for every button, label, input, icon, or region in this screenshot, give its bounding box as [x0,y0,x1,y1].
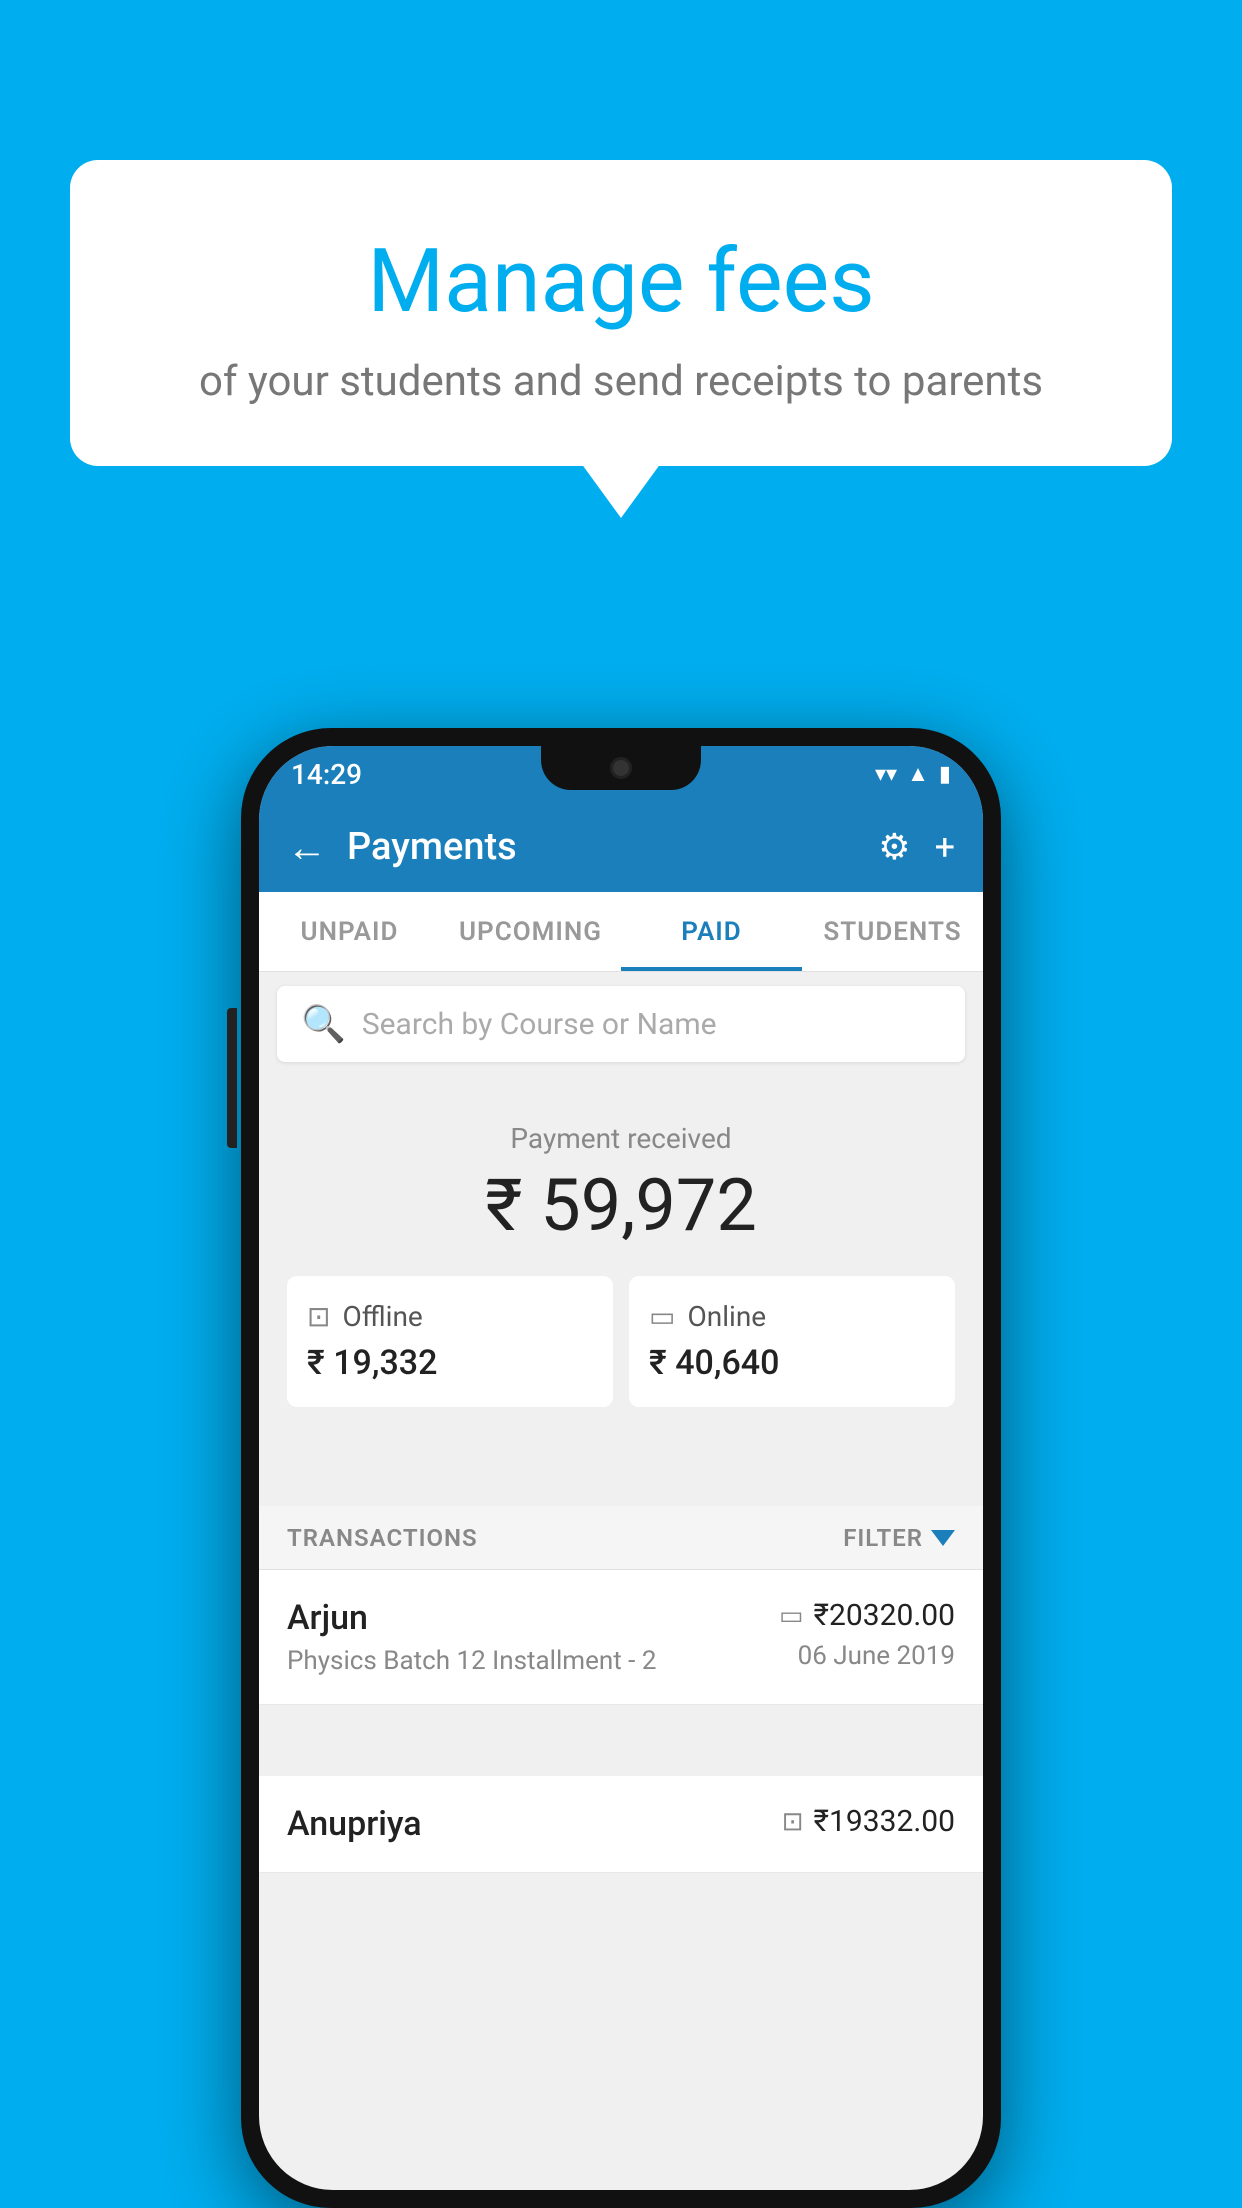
txn-amount-arjun: ₹20320.00 [814,1598,955,1633]
txn-right-arjun: ▭ ₹20320.00 06 June 2019 [779,1598,955,1671]
txn-name-arjun: Arjun [287,1598,656,1638]
filter-icon [931,1530,955,1546]
payment-received-label: Payment received [287,1122,955,1155]
txn-left-anupriya: Anupriya [287,1804,422,1844]
filter-button[interactable]: FILTER [843,1524,955,1552]
signal-icon: ▲ [907,761,929,787]
search-icon: 🔍 [301,1003,346,1045]
online-label: Online [687,1300,766,1333]
filter-label: FILTER [843,1524,923,1552]
header-actions: ⚙ + [878,826,955,868]
credit-card-icon: ▭ [779,1601,804,1631]
camera [610,757,632,779]
tab-upcoming[interactable]: UPCOMING [440,892,621,971]
manage-fees-subtext: of your students and send receipts to pa… [130,357,1112,406]
search-placeholder: Search by Course or Name [362,1007,717,1042]
app-header: ← Payments ⚙ + [259,802,983,892]
txn-amount-row-arjun: ▭ ₹20320.00 [779,1598,955,1633]
phone-screen: 14:29 ▾▾ ▲ ▮ ← Payments ⚙ + UNPAID [259,746,983,2190]
offline-icon: ⊡ [307,1300,330,1333]
offline-card-header: ⊡ Offline [307,1300,593,1333]
transaction-row-anupriya[interactable]: Anupriya ⊡ ₹19332.00 [259,1776,983,1873]
txn-date-arjun: 06 June 2019 [798,1641,955,1671]
phone-mockup: 14:29 ▾▾ ▲ ▮ ← Payments ⚙ + UNPAID [241,728,1001,2208]
txn-detail-arjun: Physics Batch 12 Installment - 2 [287,1646,656,1676]
cash-icon: ⊡ [782,1807,804,1837]
transactions-label: TRANSACTIONS [287,1524,478,1552]
txn-amount-row-anupriya: ⊡ ₹19332.00 [782,1804,955,1839]
tab-paid[interactable]: PAID [621,892,802,971]
tab-students[interactable]: STUDENTS [802,892,983,971]
tab-unpaid[interactable]: UNPAID [259,892,440,971]
speech-bubble: Manage fees of your students and send re… [70,160,1172,466]
online-icon: ▭ [649,1300,675,1333]
online-amount: ₹ 40,640 [649,1343,935,1383]
txn-right-anupriya: ⊡ ₹19332.00 [782,1804,955,1839]
tabs-bar: UNPAID UPCOMING PAID STUDENTS [259,892,983,972]
battery-icon: ▮ [939,762,951,787]
payment-total-amount: ₹ 59,972 [287,1163,955,1248]
phone-frame: 14:29 ▾▾ ▲ ▮ ← Payments ⚙ + UNPAID [241,728,1001,2208]
transaction-row-arjun[interactable]: Arjun Physics Batch 12 Installment - 2 ▭… [259,1570,983,1705]
wifi-icon: ▾▾ [875,762,897,787]
status-icons: ▾▾ ▲ ▮ [875,761,951,787]
search-bar[interactable]: 🔍 Search by Course or Name [277,986,965,1062]
online-payment-card: ▭ Online ₹ 40,640 [629,1276,955,1407]
txn-amount-anupriya: ₹19332.00 [814,1804,955,1839]
offline-label: Offline [342,1300,422,1333]
txn-name-anupriya: Anupriya [287,1804,422,1844]
status-time: 14:29 [291,758,362,791]
payment-cards: ⊡ Offline ₹ 19,332 ▭ Online ₹ 40,640 [287,1276,955,1407]
speech-bubble-container: Manage fees of your students and send re… [70,160,1172,466]
back-button[interactable]: ← [287,824,327,871]
txn-left-arjun: Arjun Physics Batch 12 Installment - 2 [287,1598,656,1676]
offline-amount: ₹ 19,332 [307,1343,593,1383]
payment-summary: Payment received ₹ 59,972 ⊡ Offline ₹ 19… [259,1082,983,1435]
add-button[interactable]: + [935,826,955,868]
manage-fees-heading: Manage fees [130,230,1112,333]
offline-payment-card: ⊡ Offline ₹ 19,332 [287,1276,613,1407]
settings-icon[interactable]: ⚙ [878,826,910,868]
page-title: Payments [347,825,858,869]
phone-notch [541,746,701,790]
online-card-header: ▭ Online [649,1300,935,1333]
transactions-header: TRANSACTIONS FILTER [259,1506,983,1570]
